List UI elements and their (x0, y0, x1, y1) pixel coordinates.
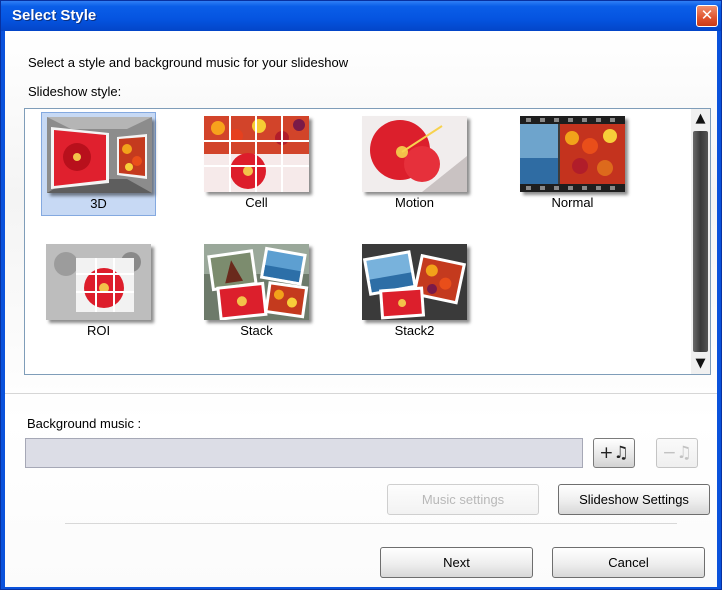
style-item-normal[interactable]: Normal (515, 112, 630, 216)
style-label-stack2: Stack2 (394, 323, 435, 338)
style-item-3d[interactable]: 3D (41, 112, 156, 216)
style-thumbnail-motion (362, 116, 467, 192)
slideshow-style-label: Slideshow style: (28, 84, 122, 99)
music-settings-button[interactable]: Music settings (387, 484, 539, 515)
style-thumbnail-cell (204, 116, 309, 192)
style-item-motion[interactable]: Motion (357, 112, 472, 216)
style-thumbnail-roi (46, 244, 151, 320)
style-item-stack2[interactable]: Stack2 (357, 240, 472, 344)
select-style-dialog: Select Style ✕ Select a style and backgr… (0, 0, 722, 590)
add-music-icon[interactable]: +♫ (593, 438, 635, 468)
style-label-stack: Stack (240, 323, 273, 338)
style-label-cell: Cell (245, 195, 268, 210)
style-thumbnail-3d (47, 117, 152, 193)
title-bar[interactable]: Select Style ✕ (1, 1, 721, 31)
scroll-down-arrow-icon[interactable]: ▼ (693, 356, 708, 372)
style-thumbnail-stack2 (362, 244, 467, 320)
scroll-up-arrow-icon[interactable]: ▲ (693, 111, 708, 127)
background-music-label: Background music : (27, 416, 142, 431)
instruction-text: Select a style and background music for … (28, 55, 349, 70)
close-icon[interactable]: ✕ (696, 5, 718, 27)
style-item-roi[interactable]: ROI (41, 240, 156, 344)
footer-divider (65, 523, 677, 524)
style-label-normal: Normal (551, 195, 594, 210)
style-label-motion: Motion (394, 195, 435, 210)
cancel-button[interactable]: Cancel (552, 547, 705, 578)
section-divider (5, 393, 717, 394)
style-label-3d: 3D (90, 196, 107, 211)
style-item-stack[interactable]: Stack (199, 240, 314, 344)
next-button[interactable]: Next (380, 547, 533, 578)
gallery-scrollbar[interactable]: ▲ ▼ (691, 109, 710, 374)
background-music-field[interactable] (25, 438, 583, 468)
slideshow-settings-button[interactable]: Slideshow Settings (558, 484, 710, 515)
dialog-title: Select Style (12, 7, 97, 24)
style-thumbnail-stack (204, 244, 309, 320)
style-thumbnail-normal (520, 116, 625, 192)
dialog-body: Select a style and background music for … (5, 31, 717, 587)
scrollbar-thumb[interactable] (693, 131, 708, 352)
style-label-roi: ROI (86, 323, 111, 338)
remove-music-icon[interactable]: −♫ (656, 438, 698, 468)
style-item-cell[interactable]: Cell (199, 112, 314, 216)
style-gallery: 3D Cell Motion Normal ROI Stack Stack2 ▲… (24, 108, 711, 375)
